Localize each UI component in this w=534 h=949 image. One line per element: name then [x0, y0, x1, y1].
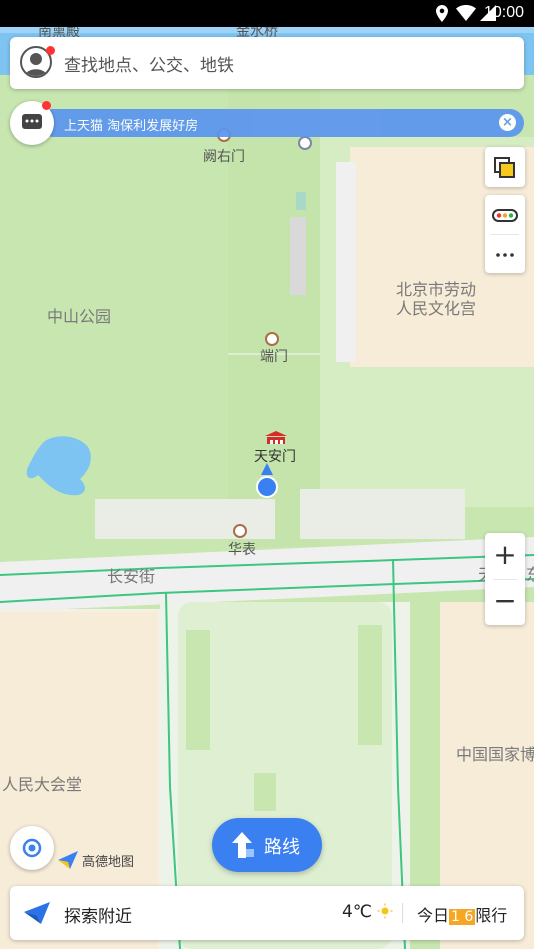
traffic-restriction-widget[interactable]: 今日 1 6 限行: [417, 902, 507, 926]
search-input[interactable]: 查找地点、公交、地铁: [64, 51, 234, 76]
wifi-icon: [456, 5, 476, 21]
map-label-changan-street: 长安街: [107, 567, 156, 586]
map-canvas[interactable]: 南熏殿 金水桥 阙右门 中山公园 北京市劳动 人民文化宫 端门 天安门 华表 长…: [0, 27, 534, 949]
notification-dot: [42, 101, 51, 110]
plate-numbers: 1 6: [449, 909, 476, 925]
temperature-text: 4℃: [342, 902, 372, 922]
plate-prefix: 今日: [417, 906, 450, 925]
more-button[interactable]: [485, 235, 525, 273]
map-label-workers-palace-2: 人民文化宫: [396, 299, 477, 318]
bottom-bar: 探索附近 4℃ 今日 1 6 限行: [10, 886, 524, 940]
map-label-national-museum: 中国国家博: [456, 745, 534, 764]
map-tools-panel: [485, 195, 525, 273]
location-icon: [436, 5, 448, 22]
route-label[interactable]: 路线: [264, 833, 300, 859]
more-icon: [496, 253, 514, 257]
explore-nearby-button[interactable]: 探索附近: [64, 902, 132, 927]
map-label-huabiao: 华表: [228, 542, 256, 558]
map-label-zhongshan-park: 中山公园: [47, 307, 112, 326]
amap-logo-icon: [58, 851, 78, 869]
landmark-icon: [265, 332, 279, 346]
sun-icon: [377, 903, 393, 919]
route-button[interactable]: 路线: [212, 818, 322, 872]
weather-widget[interactable]: 4℃: [342, 902, 393, 922]
locate-icon: [22, 838, 42, 858]
zoom-out-button[interactable]: −: [485, 579, 525, 625]
route-arrow-icon: [232, 832, 254, 858]
message-button[interactable]: [10, 101, 54, 145]
close-icon[interactable]: ×: [499, 114, 516, 131]
status-bar: 10:00: [0, 0, 534, 27]
tiananmen-icon: [265, 431, 287, 444]
banner-text[interactable]: 上天猫 淘保利发展好房: [64, 115, 198, 134]
map-label-duanmen: 端门: [260, 349, 288, 365]
brand-text: 高德地图: [82, 854, 135, 870]
landmark-icon: [233, 524, 247, 538]
layers-button[interactable]: [485, 147, 525, 187]
zoom-in-button[interactable]: +: [485, 533, 525, 579]
explore-icon: [24, 902, 50, 924]
map-label-great-hall: 人民大会堂: [2, 775, 83, 794]
search-bar[interactable]: 查找地点、公交、地铁: [10, 37, 524, 89]
chat-icon: [22, 114, 42, 129]
locate-button[interactable]: [10, 826, 54, 870]
plate-suffix: 限行: [475, 906, 508, 925]
promo-banner[interactable]: 上天猫 淘保利发展好房 ×: [48, 109, 524, 137]
notification-dot: [46, 46, 55, 55]
traffic-icon: [492, 209, 518, 222]
layers-icon: [494, 157, 515, 178]
status-time: 10:00: [483, 4, 524, 21]
traffic-button[interactable]: [485, 195, 525, 234]
map-label-queyoumen: 阙右门: [203, 149, 245, 165]
divider: [402, 903, 403, 923]
museum-icon: [298, 136, 312, 150]
brand-logo: 高德地图: [57, 850, 134, 870]
current-location-marker: [256, 463, 278, 498]
zoom-control: + −: [485, 533, 525, 625]
